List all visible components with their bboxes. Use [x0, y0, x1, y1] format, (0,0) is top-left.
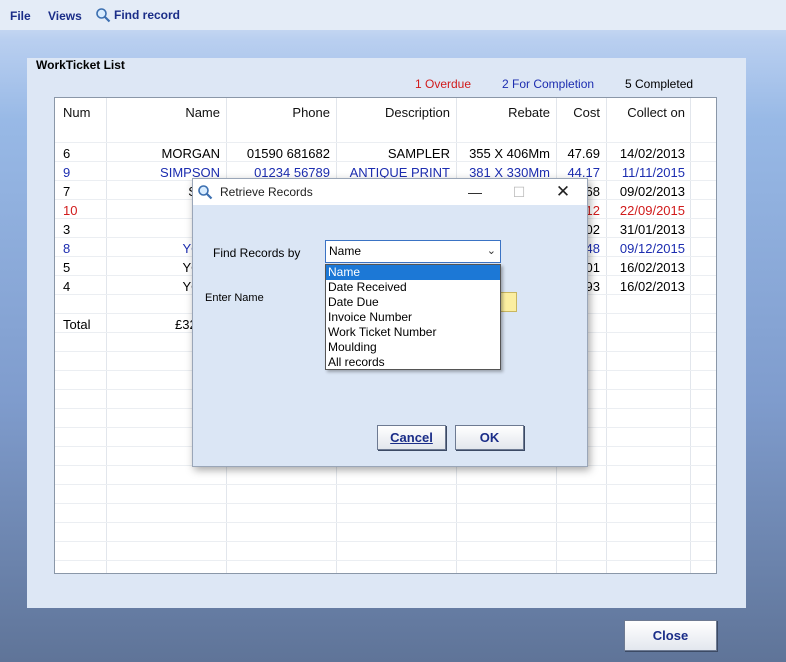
dropdown-option[interactable]: Date Received	[326, 280, 500, 295]
menu-file[interactable]: File	[10, 9, 31, 23]
cell-collect: 16/02/2013	[619, 260, 685, 275]
dropdown-option[interactable]: Work Ticket Number	[326, 325, 500, 340]
dropdown-option[interactable]: Name	[326, 265, 500, 280]
find-by-options-list: Name Date Received Date Due Invoice Number W…	[325, 264, 501, 370]
dialog-title: Retrieve Records	[220, 185, 313, 199]
menu-find-record[interactable]: Find record	[95, 7, 180, 23]
find-by-selected-value: Name	[329, 244, 362, 258]
col-header-cost[interactable]: Cost	[557, 105, 600, 120]
row-divider	[55, 142, 716, 143]
cell-collect: 16/02/2013	[619, 279, 685, 294]
dropdown-option[interactable]: Invoice Number	[326, 310, 500, 325]
retrieve-records-dialog: Retrieve Records — ☐ ✕ Find Records by N…	[192, 178, 588, 467]
cell-desc: SAMPLER	[387, 146, 450, 161]
cell-num: 4	[63, 279, 71, 294]
maximize-icon[interactable]: ☐	[501, 179, 537, 205]
dropdown-option[interactable]: Date Due	[326, 295, 500, 310]
cell-num: 9	[63, 165, 71, 180]
cancel-button[interactable]: Cancel	[377, 425, 446, 450]
enter-name-label: Enter Name	[205, 292, 264, 304]
row-divider	[55, 484, 716, 485]
name-input[interactable]	[499, 292, 517, 312]
cancel-label: Cancel	[390, 430, 433, 445]
col-header-num[interactable]: Num	[63, 105, 90, 120]
row-divider	[55, 503, 716, 504]
panel-title: WorkTicket List	[36, 58, 125, 72]
find-by-select[interactable]: Name ⌄	[325, 240, 501, 263]
overdue-count: 1 Overdue	[415, 77, 472, 91]
row-divider	[55, 560, 716, 561]
find-by-label: Find Records by	[213, 246, 301, 260]
ok-button[interactable]: OK	[455, 425, 524, 450]
completed-count: 5 Completed	[625, 77, 694, 91]
magnifier-icon	[198, 185, 213, 200]
minimize-icon[interactable]: —	[457, 179, 493, 205]
cell-num: 5	[63, 260, 71, 275]
for-completion-count: 2 For Completion	[502, 77, 595, 91]
magnifier-icon	[96, 8, 111, 23]
col-header-name[interactable]: Name	[107, 105, 220, 120]
cell-collect: 09/02/2013	[619, 184, 685, 199]
cell-phone: 01590 681682	[246, 146, 330, 161]
cell-rebate: 355 X 406Mm	[469, 146, 550, 161]
cell-cost: 47.69	[567, 146, 600, 161]
cell-collect: 09/12/2015	[619, 241, 685, 256]
find-record-label: Find record	[114, 8, 181, 22]
row-divider	[55, 161, 716, 162]
row-divider	[55, 522, 716, 523]
row-divider	[55, 541, 716, 542]
menu-bar: File Views Find record	[0, 0, 786, 30]
col-header-rebate[interactable]: Rebate	[457, 105, 550, 120]
cell-collect: 31/01/2013	[619, 222, 685, 237]
cell-collect: 14/02/2013	[619, 146, 685, 161]
cell-collect: 22/09/2015	[619, 203, 685, 218]
cell-num: 6	[63, 146, 71, 161]
dropdown-option[interactable]: Moulding	[326, 340, 500, 355]
cell-num: 10	[63, 203, 78, 218]
chevron-down-icon: ⌄	[486, 245, 496, 257]
col-header-phone[interactable]: Phone	[227, 105, 330, 120]
menu-views[interactable]: Views	[48, 9, 82, 23]
cell-num: 8	[63, 241, 71, 256]
dialog-titlebar[interactable]: Retrieve Records — ☐ ✕	[193, 179, 587, 205]
close-icon[interactable]: ✕	[545, 179, 581, 205]
column-divider	[690, 98, 691, 573]
cell-num: 7	[63, 184, 71, 199]
cell-num: 3	[63, 222, 71, 237]
col-header-description[interactable]: Description	[337, 105, 450, 120]
cell-name: MORGAN	[161, 146, 221, 161]
col-header-collect-on[interactable]: Collect on	[607, 105, 685, 120]
total-label: Total	[63, 317, 91, 332]
dropdown-option[interactable]: All records	[326, 355, 500, 370]
close-button[interactable]: Close	[624, 620, 717, 651]
cell-collect: 11/11/2015	[621, 165, 685, 180]
